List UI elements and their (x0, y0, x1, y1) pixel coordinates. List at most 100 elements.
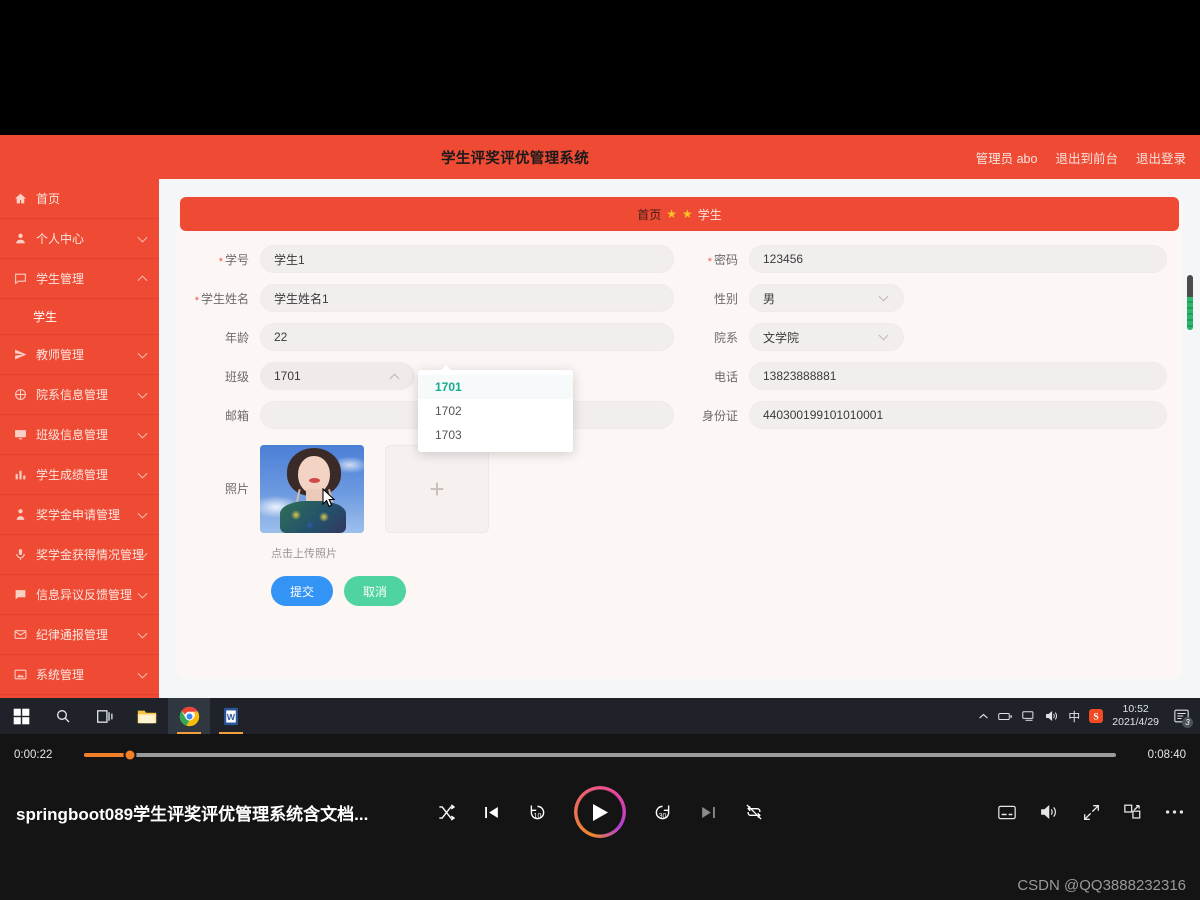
volume-icon[interactable] (1040, 804, 1059, 820)
picture-in-picture-icon[interactable] (1124, 804, 1141, 820)
photo-thumbnail[interactable] (260, 445, 364, 533)
sidebar-item-scholarship-award-management[interactable]: 奖学金获得情况管理 (0, 535, 159, 575)
breadcrumb-home[interactable]: 首页 (637, 206, 661, 223)
star-icon: ★ (682, 207, 693, 221)
windows-taskbar: W 中 S 10:52 2021/4/29 3 (0, 698, 1200, 734)
chevron-down-icon (137, 628, 148, 639)
chevron-up-icon[interactable] (978, 711, 989, 722)
network-icon[interactable] (1022, 710, 1036, 722)
label-class: 班级 (224, 369, 249, 384)
page-scrollbar[interactable] (1187, 275, 1193, 330)
play-button[interactable] (573, 786, 626, 838)
chevron-down-icon (137, 232, 148, 243)
class-option-1703[interactable]: 1703 (418, 423, 573, 447)
clock[interactable]: 10:52 2021/4/29 (1112, 703, 1159, 729)
person-icon (13, 507, 28, 522)
sidebar-item-label: 个人中心 (36, 232, 85, 246)
class-option-1701[interactable]: 1701 (418, 375, 573, 399)
sogou-icon[interactable]: S (1089, 709, 1104, 723)
sidebar-item-teacher-management[interactable]: 教师管理 (0, 335, 159, 375)
sidebar-item-label: 院系信息管理 (36, 388, 109, 402)
mail-icon (13, 627, 28, 642)
svg-text:10: 10 (533, 812, 541, 819)
sidebar-item-personal-center[interactable]: 个人中心 (0, 219, 159, 259)
repeat-off-icon[interactable] (744, 802, 764, 822)
microphone-icon (13, 547, 28, 562)
clock-date: 2021/4/29 (1112, 716, 1159, 728)
department-select-value: 文学院 (763, 330, 800, 345)
top-letterbox (0, 0, 1200, 135)
sidebar-item-label: 教师管理 (36, 348, 85, 362)
password-input[interactable]: 123456 (749, 245, 1167, 273)
breadcrumb: 首页 ★ ★ 学生 (180, 197, 1179, 231)
chat-icon (13, 587, 28, 602)
rewind-10-icon[interactable]: 10 (527, 802, 548, 823)
exit-to-frontend-link[interactable]: 退出到前台 (1055, 148, 1118, 167)
sidebar-item-feedback-management[interactable]: 信息异议反馈管理 (0, 575, 159, 615)
sidebar-item-department-info-management[interactable]: 院系信息管理 (0, 375, 159, 415)
main-content: 首页 ★ ★ 学生 * 学号 学生1 * 密码 123456 * 学生姓名 学生… (159, 179, 1200, 698)
system-tray: 中 S 10:52 2021/4/29 3 (978, 698, 1200, 734)
label-gender: 性别 (713, 291, 738, 306)
form-actions: 提交 取消 (271, 576, 1182, 606)
form-row: * 学生姓名 学生姓名1 性别 男 (177, 284, 1182, 312)
chevron-down-icon (137, 668, 148, 679)
previous-icon[interactable] (482, 803, 501, 822)
required-asterisk: * (707, 255, 712, 268)
sidebar-item-label: 首页 (36, 192, 61, 206)
gender-select[interactable]: 男 (749, 284, 904, 312)
sidebar-subitem-student[interactable]: 学生 (0, 299, 159, 335)
subtitles-icon[interactable] (998, 805, 1016, 820)
photo-lips (309, 478, 320, 483)
phone-input[interactable]: 13823888881 (749, 362, 1167, 390)
duration: 0:08:40 (1147, 749, 1186, 761)
id-card-input[interactable]: 440300199101010001 (749, 401, 1167, 429)
label-department: 院系 (713, 330, 738, 345)
sidebar-item-discipline-notice-management[interactable]: 纪律通报管理 (0, 615, 159, 655)
next-icon[interactable] (699, 803, 718, 822)
student-id-input[interactable]: 学生1 (260, 245, 674, 273)
forward-30-icon[interactable]: 30 (652, 802, 673, 823)
notification-center-icon[interactable]: 3 (1168, 698, 1194, 734)
battery-icon[interactable] (998, 711, 1013, 722)
sidebar-item-system-management[interactable]: 系统管理 (0, 655, 159, 695)
seek-bar-handle[interactable] (123, 748, 137, 762)
seek-bar[interactable] (84, 748, 1116, 762)
sidebar-item-scholarship-application-management[interactable]: 奖学金申请管理 (0, 495, 159, 535)
sidebar-item-class-info-management[interactable]: 班级信息管理 (0, 415, 159, 455)
expand-icon[interactable] (1083, 804, 1100, 821)
student-name-input[interactable]: 学生姓名1 (260, 284, 674, 312)
submit-button[interactable]: 提交 (271, 576, 333, 606)
department-select[interactable]: 文学院 (749, 323, 904, 351)
add-photo-button[interactable]: + (385, 445, 489, 533)
chrome-icon[interactable] (168, 698, 210, 734)
search-icon[interactable] (42, 698, 84, 734)
windows-start-icon[interactable] (0, 698, 42, 734)
controls-row: springboot089学生评奖评优管理系统含文档... 10 30 (0, 776, 1200, 848)
form-row: 班级 1701 电话 13823888881 (177, 362, 1182, 390)
task-view-icon[interactable] (84, 698, 126, 734)
age-input[interactable]: 22 (260, 323, 674, 351)
ime-indicator[interactable]: 中 (1068, 708, 1080, 725)
cancel-button[interactable]: 取消 (344, 576, 406, 606)
gender-select-value: 男 (763, 291, 776, 306)
player-right-controls (998, 804, 1184, 821)
sidebar-item-label: 奖学金获得情况管理 (36, 548, 145, 562)
more-icon[interactable] (1165, 809, 1184, 815)
word-icon[interactable]: W (210, 698, 252, 734)
class-dropdown-menu[interactable]: 1701 1702 1703 (418, 365, 573, 452)
sidebar-item-student-score-management[interactable]: 学生成绩管理 (0, 455, 159, 495)
volume-icon[interactable] (1045, 710, 1059, 722)
class-option-1702[interactable]: 1702 (418, 399, 573, 423)
class-select[interactable]: 1701 (260, 362, 415, 390)
sidebar-item-home[interactable]: 首页 (0, 179, 159, 219)
current-time: 0:00:22 (14, 749, 53, 761)
required-asterisk: * (194, 294, 199, 307)
logout-link[interactable]: 退出登录 (1136, 148, 1186, 167)
label-photo: 照片 (224, 482, 249, 496)
file-explorer-icon[interactable] (126, 698, 168, 734)
sidebar-item-student-management[interactable]: 学生管理 (0, 259, 159, 299)
home-icon (13, 191, 28, 206)
shuffle-icon[interactable] (437, 803, 456, 822)
chevron-up-icon (137, 274, 148, 285)
